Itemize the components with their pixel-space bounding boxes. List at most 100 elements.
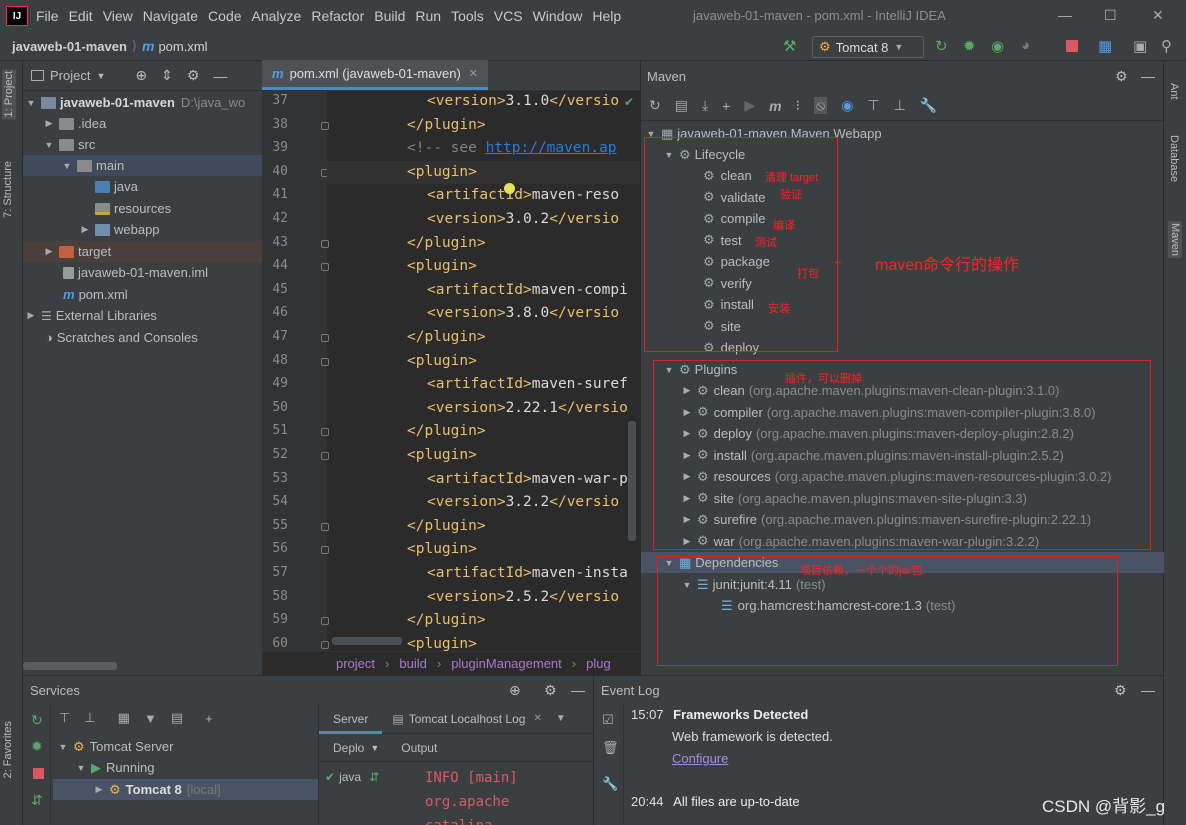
maximize-icon[interactable]: ☐ bbox=[1104, 7, 1117, 24]
fold-marker-icon[interactable] bbox=[321, 640, 329, 649]
delete-icon[interactable]: 🗑 bbox=[602, 740, 619, 756]
gear-icon[interactable]: ⚙ bbox=[187, 67, 200, 84]
fold-marker-icon[interactable] bbox=[321, 522, 329, 531]
debug-bug-icon[interactable]: ✹ bbox=[963, 37, 976, 55]
service-tomcat-instance[interactable]: ▶ ⚙ Tomcat 8 [local] bbox=[53, 779, 318, 800]
horizontal-scrollbar[interactable] bbox=[332, 637, 402, 645]
wrench-icon[interactable]: 🔧 bbox=[602, 776, 618, 792]
fold-marker-icon[interactable] bbox=[321, 239, 329, 248]
locate-icon[interactable]: ⊕ bbox=[509, 682, 521, 699]
vertical-scrollbar[interactable] bbox=[628, 421, 636, 541]
breadcrumb-project[interactable]: project bbox=[336, 656, 375, 671]
minimize-icon[interactable]: — bbox=[1058, 7, 1072, 23]
menu-code[interactable]: Code bbox=[208, 8, 241, 24]
tab-database[interactable]: Database bbox=[1168, 135, 1180, 182]
stop-icon[interactable] bbox=[1066, 40, 1078, 52]
download-icon[interactable]: ⤓ bbox=[702, 97, 708, 114]
project-structure-icon[interactable]: ▦ bbox=[1098, 37, 1112, 55]
service-tomcat-server[interactable]: ▼ ⚙ Tomcat Server bbox=[53, 736, 318, 757]
chevron-down-icon[interactable]: ▼ bbox=[556, 713, 566, 724]
menu-vcs[interactable]: VCS bbox=[494, 8, 523, 24]
reload-icon[interactable]: ↻ bbox=[649, 97, 661, 114]
mark-read-icon[interactable]: ☑ bbox=[602, 712, 614, 728]
gear-icon[interactable]: ⚙ bbox=[544, 682, 557, 699]
tab-maven[interactable]: Maven bbox=[1168, 221, 1182, 259]
skip-tests-icon[interactable]: ⦸ bbox=[814, 97, 828, 114]
expand-all-icon[interactable]: ⊤ bbox=[867, 97, 879, 114]
group-by-icon[interactable]: ▦ bbox=[118, 710, 130, 726]
hide-panel-icon[interactable]: — bbox=[1141, 68, 1155, 84]
fold-marker-icon[interactable] bbox=[321, 334, 329, 342]
horizontal-scrollbar[interactable] bbox=[23, 662, 117, 670]
collapse-all-icon[interactable]: ⇕ bbox=[161, 67, 173, 84]
chevron-down-icon[interactable]: ▼ bbox=[96, 71, 105, 81]
tree-item-scratches[interactable]: ◑ Scratches and Consoles bbox=[23, 327, 262, 348]
hide-panel-icon[interactable]: — bbox=[1141, 682, 1155, 698]
tab-tomcat-localhost-log[interactable]: Tomcat Localhost Log bbox=[409, 712, 526, 726]
fold-marker-icon[interactable] bbox=[321, 546, 329, 555]
tree-item-iml[interactable]: javaweb-01-maven.iml bbox=[23, 262, 262, 283]
add-service-icon[interactable]: + bbox=[205, 711, 213, 726]
terminal-icon[interactable]: ▣ bbox=[1133, 37, 1147, 55]
stop-icon[interactable] bbox=[33, 768, 44, 779]
tree-item-idea[interactable]: ▶ .idea bbox=[23, 113, 262, 134]
chevron-down-icon[interactable]: ▼ bbox=[370, 743, 379, 753]
menu-file[interactable]: File bbox=[36, 8, 59, 24]
intention-bulb-icon[interactable] bbox=[504, 183, 515, 194]
close-tab-icon[interactable]: ✕ bbox=[469, 67, 478, 80]
hide-panel-icon[interactable]: — bbox=[571, 682, 585, 698]
gear-icon[interactable]: ⚙ bbox=[1114, 682, 1127, 699]
tab-favorites[interactable]: 2: Favorites bbox=[2, 721, 14, 778]
menu-tools[interactable]: Tools bbox=[451, 8, 484, 24]
run-goal-icon[interactable]: ▶ bbox=[744, 97, 755, 114]
menu-refactor[interactable]: Refactor bbox=[311, 8, 364, 24]
collapse-all-icon[interactable]: ⊥ bbox=[894, 97, 906, 114]
menu-view[interactable]: View bbox=[103, 8, 133, 24]
menu-build[interactable]: Build bbox=[374, 8, 405, 24]
profile-icon[interactable]: ◕ bbox=[1021, 37, 1030, 54]
tree-item-webapp[interactable]: ▶ webapp bbox=[23, 219, 262, 240]
menu-navigate[interactable]: Navigate bbox=[143, 8, 198, 24]
fold-marker-icon[interactable] bbox=[321, 357, 329, 366]
menu-window[interactable]: Window bbox=[533, 8, 583, 24]
tree-item-resources[interactable]: resources bbox=[23, 198, 262, 219]
filter-icon[interactable]: ▼ bbox=[144, 711, 157, 726]
deploy-icon[interactable]: ⇵ bbox=[31, 792, 43, 809]
debug-bug-icon[interactable]: ✹ bbox=[31, 738, 43, 755]
locate-icon[interactable]: ⊕ bbox=[135, 67, 147, 84]
gear-icon[interactable]: ⚙ bbox=[1115, 68, 1128, 85]
deploy-icon[interactable]: ⇵ bbox=[369, 770, 379, 784]
generate-sources-icon[interactable]: ▤ bbox=[675, 97, 688, 114]
project-panel-title[interactable]: Project bbox=[50, 68, 90, 83]
tab-server[interactable]: Server bbox=[319, 704, 383, 734]
collapse-all-icon[interactable]: ⊥ bbox=[84, 710, 95, 726]
menu-edit[interactable]: Edit bbox=[69, 8, 93, 24]
hide-panel-icon[interactable]: — bbox=[213, 68, 227, 84]
breadcrumb-plugin-management[interactable]: pluginManagement bbox=[451, 656, 562, 671]
show-dependencies-icon[interactable]: ◉ bbox=[841, 97, 853, 114]
tree-item-project-root[interactable]: ▼ javaweb-01-maven D:\java_wo bbox=[23, 92, 262, 113]
fold-marker-icon[interactable] bbox=[321, 617, 329, 626]
fold-marker-icon[interactable] bbox=[321, 452, 329, 460]
rerun-icon[interactable]: ↻ bbox=[935, 37, 948, 55]
close-tab-icon[interactable]: ✕ bbox=[533, 713, 541, 724]
deployment-label[interactable]: Deplo bbox=[333, 741, 364, 755]
console-output[interactable]: INFO [main] org.apache catalina bbox=[425, 766, 518, 825]
fold-marker-icon[interactable] bbox=[321, 428, 329, 437]
configure-link[interactable]: Configure bbox=[672, 748, 728, 770]
fold-marker-icon[interactable] bbox=[321, 121, 329, 130]
add-maven-project-icon[interactable]: + bbox=[722, 98, 730, 114]
run-config-selector[interactable]: ⚙ Tomcat 8 ▼ bbox=[812, 36, 924, 58]
service-running-group[interactable]: ▼ ▶ Running bbox=[53, 757, 318, 778]
tree-item-main[interactable]: ▼ main bbox=[23, 155, 262, 176]
menu-analyze[interactable]: Analyze bbox=[252, 8, 302, 24]
close-window-icon[interactable]: ✕ bbox=[1152, 7, 1164, 24]
tab-pom-xml[interactable]: m pom.xml (javaweb-01-maven) ✕ bbox=[262, 60, 489, 90]
breadcrumb-project[interactable]: javaweb-01-maven bbox=[12, 39, 127, 54]
search-icon[interactable]: ⚲ bbox=[1161, 37, 1172, 55]
wrench-icon[interactable]: 🔧 bbox=[920, 97, 937, 114]
deployment-item[interactable]: ✔ java ⇵ bbox=[325, 770, 379, 784]
breadcrumb-plugin[interactable]: plug bbox=[586, 656, 611, 671]
tree-item-external-libraries[interactable]: ▶ ☰ External Libraries bbox=[23, 305, 262, 326]
tab-structure[interactable]: 7: Structure bbox=[2, 161, 14, 218]
